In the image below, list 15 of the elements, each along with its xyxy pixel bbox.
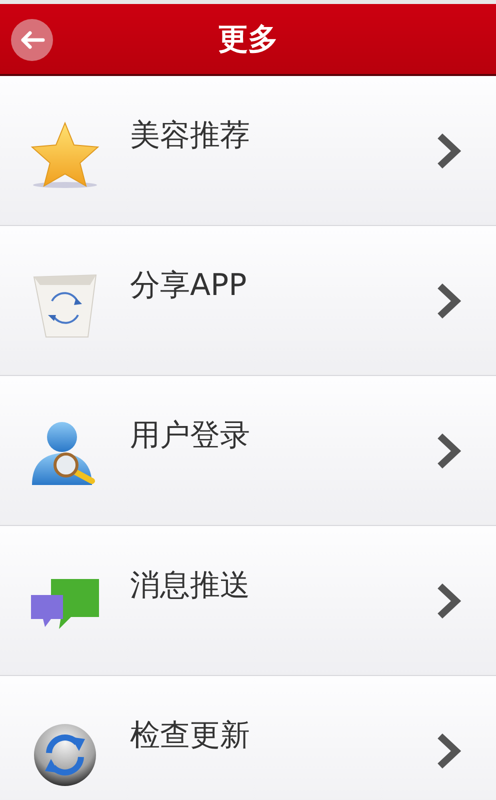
- left-arrow-icon: [19, 30, 45, 50]
- chevron-icon: [436, 582, 462, 620]
- chevron-icon: [436, 432, 462, 470]
- menu-item-label: 分享APP: [130, 267, 248, 305]
- star-icon: [29, 120, 101, 188]
- menu-item-label: 美容推荐: [130, 117, 251, 155]
- chevron-icon: [436, 282, 462, 320]
- refresh-icon: [33, 722, 97, 786]
- chevron-icon: [436, 132, 462, 170]
- back-button[interactable]: [11, 19, 53, 61]
- chevron-icon: [436, 732, 462, 770]
- menu-item-label: 用户登录: [130, 417, 251, 455]
- menu-item-label: 检查更新: [130, 717, 251, 755]
- menu-item-label: 消息推送: [130, 567, 251, 605]
- page-title: 更多: [218, 20, 278, 58]
